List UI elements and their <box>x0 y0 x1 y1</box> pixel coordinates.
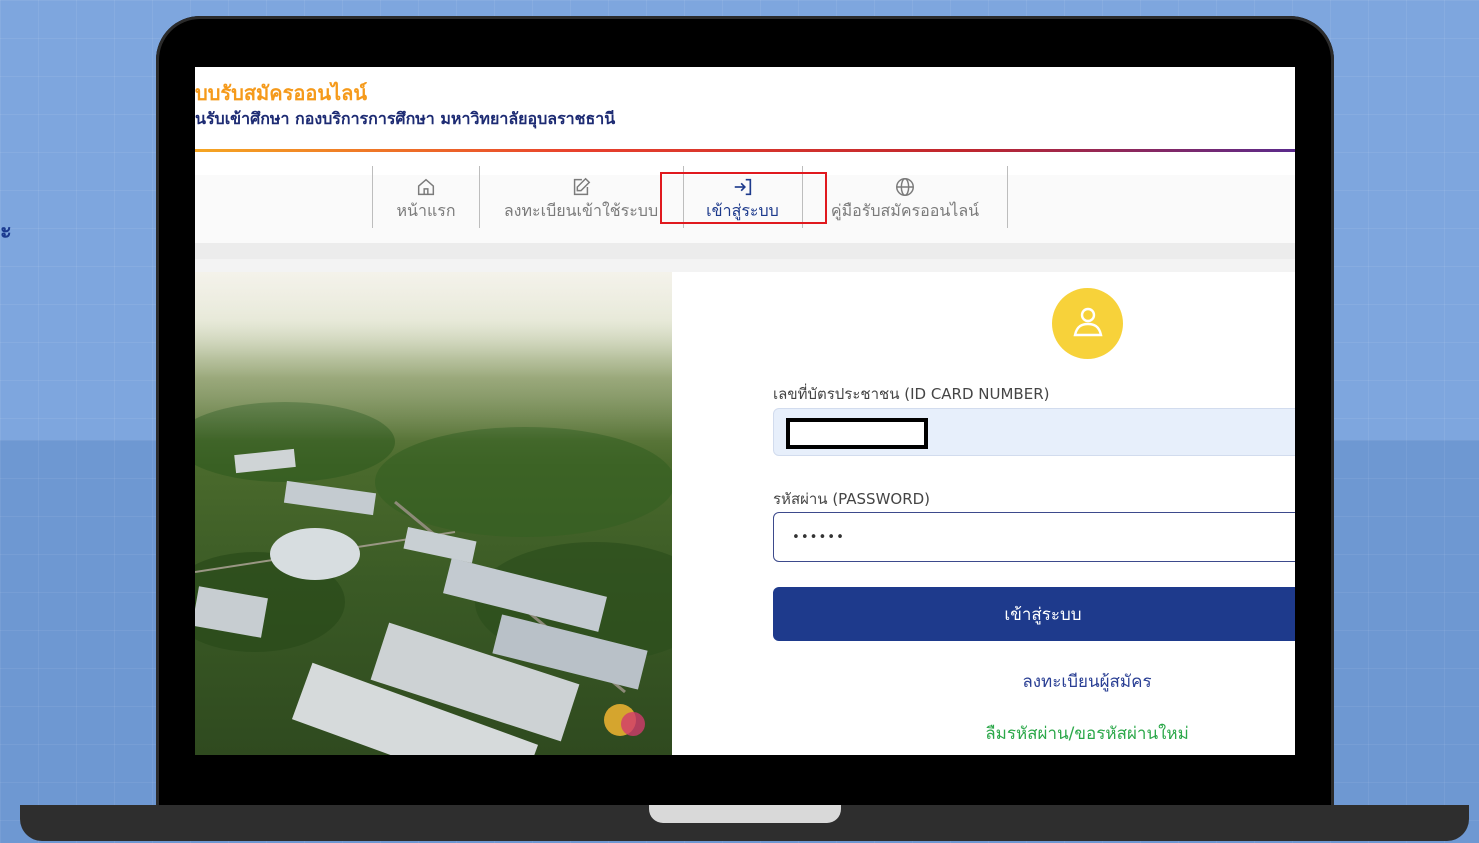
user-avatar <box>1052 288 1123 359</box>
browser-screen: บบรับสมัครออนไลน์ นรับเข้าศึกษา กองบริกา… <box>195 67 1295 755</box>
site-subtitle: นรับเข้าศึกษา กองบริการการศึกษา มหาวิทยา… <box>195 109 616 128</box>
nav-divider <box>1007 166 1008 228</box>
nav-divider <box>479 166 480 228</box>
register-link[interactable]: ลงทะเบียนผู้สมัคร <box>672 668 1295 695</box>
password-field[interactable]: •••••• <box>773 512 1295 562</box>
login-panel: เลขที่บัตรประชาชน (ID CARD NUMBER) รหัสผ… <box>672 272 1295 755</box>
id-card-label: เลขที่บัตรประชาชน (ID CARD NUMBER) <box>773 385 1050 403</box>
nav-item-label: ลงทะเบียนเข้าใช้ระบบ <box>503 201 659 220</box>
site-title: บบรับสมัครออนไลน์ <box>195 81 368 105</box>
nav-item-register[interactable]: ลงทะเบียนเข้าใช้ระบบ <box>481 173 681 229</box>
forgot-password-link[interactable]: ลืมรหัสผ่าน/ขอรหัสผ่านใหม่ <box>672 720 1295 747</box>
active-nav-highlight <box>660 172 827 224</box>
nav-item-label: คู่มือรับสมัครออนไลน์ <box>830 201 980 220</box>
login-submit-button[interactable]: เข้าสู่ระบบ <box>773 587 1295 641</box>
header-gradient-line <box>195 149 1295 152</box>
password-label: รหัสผ่าน (PASSWORD) <box>773 490 931 508</box>
campus-illustration <box>195 272 672 755</box>
redaction-box <box>786 418 928 449</box>
id-card-field[interactable] <box>773 408 1295 456</box>
nav-bottom-band <box>195 243 1295 259</box>
side-text-fragment: ะ <box>0 220 12 244</box>
laptop-notch <box>649 805 841 823</box>
home-icon <box>415 173 437 201</box>
edit-icon <box>570 173 592 201</box>
user-icon <box>1068 302 1108 346</box>
nav-item-label: หน้าแรก <box>396 201 456 220</box>
globe-icon <box>894 173 916 201</box>
nav-divider <box>372 166 373 228</box>
nav-item-home[interactable]: หน้าแรก <box>381 173 471 229</box>
campus-aerial-photo <box>195 272 672 755</box>
nav-item-manual[interactable]: คู่มือรับสมัครออนไลน์ <box>807 173 1003 229</box>
site-header: บบรับสมัครออนไลน์ นรับเข้าศึกษา กองบริกา… <box>195 67 1295 151</box>
